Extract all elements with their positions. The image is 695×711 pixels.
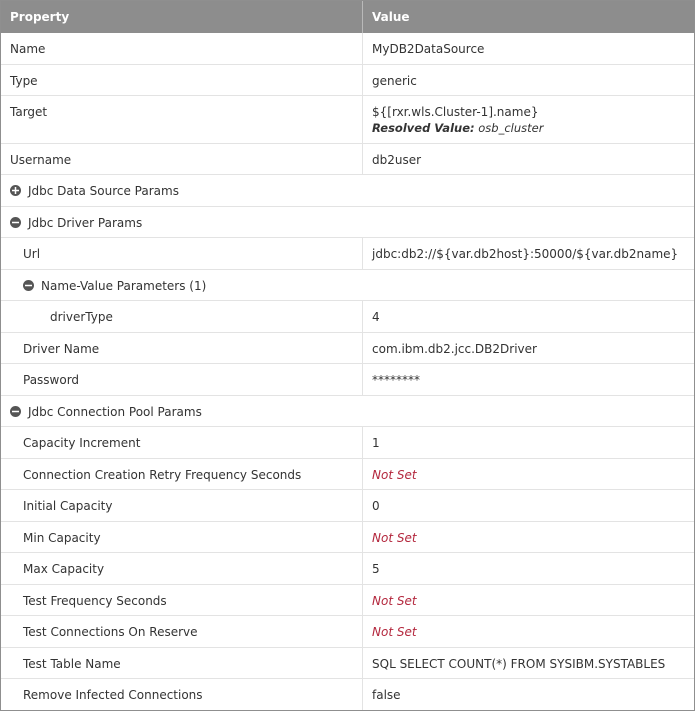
- property-value-not-set: Not Set: [372, 468, 417, 482]
- property-label: Connection Creation Retry Frequency Seco…: [1, 459, 363, 489]
- property-value-not-set: Not Set: [372, 594, 417, 608]
- property-label: Type: [1, 65, 363, 95]
- table-row-test-frequency-seconds: Test Frequency Seconds Not Set: [1, 585, 694, 616]
- section-header[interactable]: Jdbc Connection Pool Params: [1, 396, 694, 426]
- property-value: 5: [372, 562, 380, 576]
- property-label: Driver Name: [1, 333, 363, 363]
- resolved-label: Resolved Value:: [372, 121, 475, 135]
- section-label: Jdbc Connection Pool Params: [28, 405, 202, 419]
- property-value: 1: [372, 436, 380, 450]
- table-row-initial-capacity: Initial Capacity 0: [1, 490, 694, 522]
- resolved-value: Resolved Value: osb_cluster: [372, 121, 694, 135]
- property-value-not-set: Not Set: [372, 531, 417, 545]
- property-value: db2user: [372, 153, 422, 167]
- property-label: Url: [1, 238, 363, 269]
- section-jdbc-connection-pool-params[interactable]: Jdbc Connection Pool Params: [1, 396, 694, 427]
- property-label: Password: [1, 364, 363, 395]
- section-header[interactable]: Name-Value Parameters (1): [1, 270, 694, 300]
- section-header[interactable]: Jdbc Driver Params: [1, 207, 694, 237]
- property-value: MyDB2DataSource: [372, 42, 485, 56]
- property-value-cell: ${[rxr.wls.Cluster-1].name} Resolved Val…: [363, 96, 694, 143]
- property-value: 4: [372, 310, 380, 324]
- property-value: jdbc:db2://${var.db2host}:50000/${var.db…: [372, 247, 679, 261]
- section-label: Jdbc Data Source Params: [28, 184, 179, 198]
- property-value: 0: [372, 499, 380, 513]
- section-jdbc-driver-params[interactable]: Jdbc Driver Params: [1, 207, 694, 238]
- table-row-test-table-name: Test Table Name SQL SELECT COUNT(*) FROM…: [1, 648, 694, 679]
- section-label: Jdbc Driver Params: [28, 216, 143, 230]
- property-value: generic: [372, 74, 417, 88]
- section-name-value-parameters[interactable]: Name-Value Parameters (1): [1, 270, 694, 301]
- resolved-text: osb_cluster: [478, 121, 544, 135]
- property-label: Min Capacity: [1, 522, 363, 552]
- property-value: false: [372, 688, 401, 702]
- property-value: SQL SELECT COUNT(*) FROM SYSIBM.SYSTABLE…: [372, 657, 666, 671]
- table-row-drivertype: driverType 4: [1, 301, 694, 333]
- property-label: Initial Capacity: [1, 490, 363, 521]
- plus-circle-icon[interactable]: [10, 185, 21, 196]
- table-row-password: Password ********: [1, 364, 694, 396]
- table-row-remove-infected-connections: Remove Infected Connections false: [1, 679, 694, 710]
- section-jdbc-data-source-params[interactable]: Jdbc Data Source Params: [1, 175, 694, 207]
- table-row-connection-creation-retry: Connection Creation Retry Frequency Seco…: [1, 459, 694, 490]
- table-row-capacity-increment: Capacity Increment 1: [1, 427, 694, 459]
- property-label: driverType: [1, 301, 363, 332]
- property-label: Test Table Name: [1, 648, 363, 678]
- table-row-driver-name: Driver Name com.ibm.db2.jcc.DB2Driver: [1, 333, 694, 364]
- table-row-type: Type generic: [1, 65, 694, 96]
- property-column-header[interactable]: Property: [1, 1, 363, 33]
- property-value-not-set: Not Set: [372, 625, 417, 639]
- property-value: com.ibm.db2.jcc.DB2Driver: [372, 342, 537, 356]
- table-row-max-capacity: Max Capacity 5: [1, 553, 694, 585]
- value-column-header[interactable]: Value: [363, 1, 694, 33]
- property-label: Test Connections On Reserve: [1, 616, 363, 647]
- property-label: Username: [1, 144, 363, 174]
- table-row-min-capacity: Min Capacity Not Set: [1, 522, 694, 553]
- property-label: Target: [1, 96, 363, 143]
- table-header: Property Value: [1, 1, 694, 33]
- table-row-username: Username db2user: [1, 144, 694, 175]
- table-row-target: Target ${[rxr.wls.Cluster-1].name} Resol…: [1, 96, 694, 144]
- property-label: Test Frequency Seconds: [1, 585, 363, 615]
- minus-circle-icon[interactable]: [23, 280, 34, 291]
- property-value: ${[rxr.wls.Cluster-1].name}: [372, 105, 539, 119]
- table-row-test-connections-on-reserve: Test Connections On Reserve Not Set: [1, 616, 694, 648]
- property-label: Capacity Increment: [1, 427, 363, 458]
- table-row-name: Name MyDB2DataSource: [1, 33, 694, 65]
- property-label: Max Capacity: [1, 553, 363, 584]
- section-header[interactable]: Jdbc Data Source Params: [1, 175, 694, 206]
- minus-circle-icon[interactable]: [10, 217, 21, 228]
- section-label: Name-Value Parameters (1): [41, 279, 207, 293]
- table-row-url: Url jdbc:db2://${var.db2host}:50000/${va…: [1, 238, 694, 270]
- property-label: Name: [1, 33, 363, 64]
- properties-table: Property Value Name MyDB2DataSource Type…: [0, 0, 695, 711]
- property-label: Remove Infected Connections: [1, 679, 363, 710]
- property-value: ********: [372, 373, 420, 387]
- minus-circle-icon[interactable]: [10, 406, 21, 417]
